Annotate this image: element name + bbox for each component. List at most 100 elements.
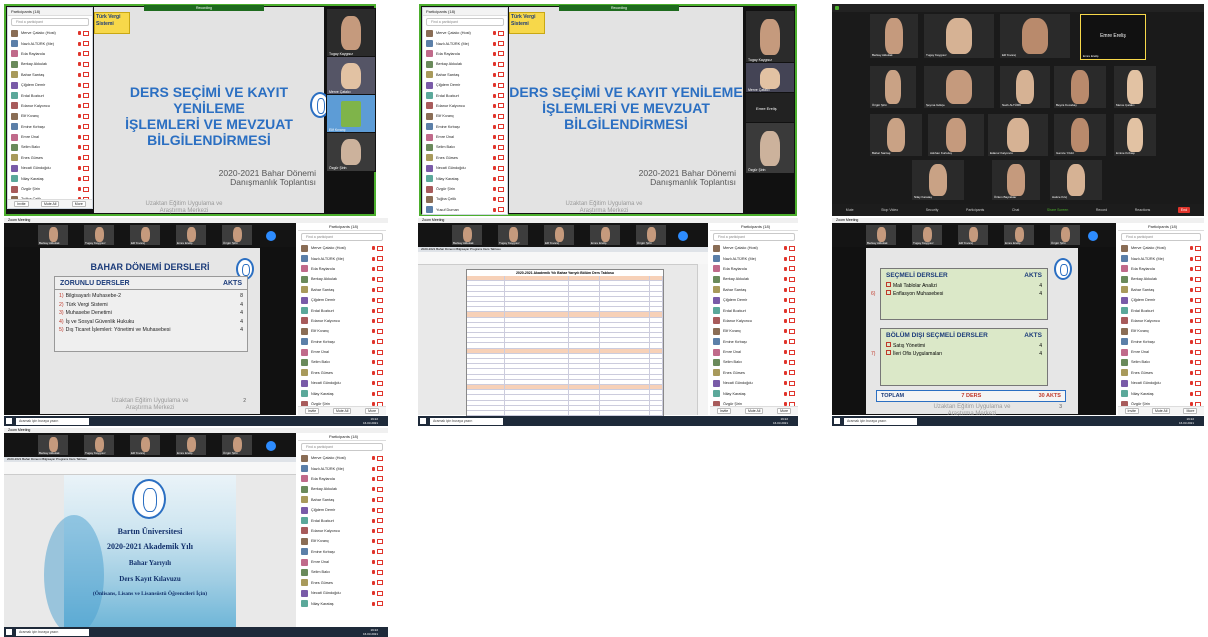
video-tile[interactable]: Özgür Şirin — [745, 122, 795, 174]
mic-muted-icon[interactable] — [493, 83, 496, 88]
video-off-icon[interactable] — [83, 72, 89, 78]
video-off-icon[interactable] — [1195, 370, 1201, 376]
participant-row[interactable]: Necati Gündoğdu — [298, 378, 386, 388]
participant-row[interactable]: Edanur Kalyoncu — [1118, 316, 1204, 326]
participant-row[interactable]: Emine Kırbaşı — [423, 122, 507, 132]
mic-muted-icon[interactable] — [372, 580, 375, 585]
video-off-icon[interactable] — [498, 207, 504, 213]
video-thumb[interactable]: Özgür Şirin — [222, 435, 252, 455]
video-off-icon[interactable] — [789, 308, 795, 314]
taskbar-search[interactable]: Aramak için buraya yazın — [430, 417, 503, 425]
mic-muted-icon[interactable] — [372, 476, 375, 481]
participant-row[interactable]: Eda Raylarola — [298, 264, 386, 274]
participant-row[interactable]: Elif Kıvanç — [423, 111, 507, 121]
participant-row[interactable]: Nazlı ALTÜRK (Me) — [1118, 253, 1204, 263]
participant-row[interactable]: Selim Balcı — [710, 357, 798, 367]
video-off-icon[interactable] — [83, 30, 89, 36]
mic-muted-icon[interactable] — [784, 287, 787, 292]
participant-row[interactable]: Çiğdem Demir — [8, 80, 92, 90]
mic-muted-icon[interactable] — [1190, 266, 1193, 271]
participant-row[interactable]: Emre Ünal — [710, 347, 798, 357]
mic-muted-icon[interactable] — [493, 155, 496, 160]
invite-button[interactable]: Invite — [304, 408, 320, 414]
video-off-icon[interactable] — [377, 276, 383, 282]
participant-row[interactable]: Emine Kırbaşı — [298, 337, 386, 347]
mic-muted-icon[interactable] — [493, 197, 496, 202]
windows-start-icon[interactable] — [834, 418, 840, 424]
video-off-icon[interactable] — [789, 349, 795, 355]
mic-muted-icon[interactable] — [372, 591, 375, 596]
video-off-icon[interactable] — [498, 144, 504, 150]
video-off-icon[interactable] — [83, 144, 89, 150]
participant-row[interactable]: Merve Çatalcı (Host) — [298, 243, 386, 253]
participant-row[interactable]: Edanur Kalyoncu — [298, 316, 386, 326]
video-off-icon[interactable] — [377, 391, 383, 397]
mic-muted-icon[interactable] — [1190, 298, 1193, 303]
reactions-button[interactable]: Reactions — [1135, 208, 1151, 212]
mic-muted-icon[interactable] — [78, 135, 81, 140]
participant-row[interactable]: Necati Gündoğdu — [298, 588, 386, 598]
mic-muted-icon[interactable] — [1190, 256, 1193, 261]
video-off-icon[interactable] — [83, 41, 89, 47]
end-button[interactable]: End — [1177, 207, 1191, 213]
search-input[interactable]: Find a participant — [426, 18, 504, 26]
participant-row[interactable]: Çiğdem Demir — [710, 295, 798, 305]
video-off-icon[interactable] — [83, 186, 89, 192]
participant-row[interactable]: Erdal Bozkurt — [710, 305, 798, 315]
video-off-icon[interactable] — [789, 391, 795, 397]
participants-button[interactable]: Participants — [966, 208, 984, 212]
mic-muted-icon[interactable] — [784, 256, 787, 261]
video-off-icon[interactable] — [789, 380, 795, 386]
mic-muted-icon[interactable] — [493, 135, 496, 140]
participant-row[interactable]: Çiğdem Demir — [423, 80, 507, 90]
mic-muted-icon[interactable] — [78, 31, 81, 36]
participant-row[interactable]: Yusuf Duman — [423, 205, 507, 215]
invite-button[interactable]: Invite — [14, 201, 29, 207]
video-off-icon[interactable] — [789, 245, 795, 251]
gallery-video-tile[interactable]: Tugay Kaygısız — [924, 14, 994, 58]
next-arrow-button[interactable] — [266, 231, 276, 241]
video-thumb[interactable]: Berkay Akkulak — [38, 225, 68, 245]
invite-button[interactable]: Invite — [1124, 408, 1139, 414]
mic-muted-icon[interactable] — [784, 329, 787, 334]
video-off-icon[interactable] — [498, 93, 504, 99]
gallery-video-tile[interactable]: Elif Kıvanç — [1000, 14, 1070, 58]
video-thumb[interactable]: Tugay Kaygısız — [912, 225, 942, 245]
mic-muted-icon[interactable] — [78, 176, 81, 181]
participant-row[interactable]: Nazlı ALTÜRK (Me) — [710, 253, 798, 263]
video-off-icon[interactable] — [377, 538, 383, 544]
mic-muted-icon[interactable] — [78, 93, 81, 98]
video-off-icon[interactable] — [83, 155, 89, 161]
mute-all-button[interactable]: Mute All — [332, 408, 352, 414]
next-arrow-button[interactable] — [1088, 231, 1098, 241]
mic-muted-icon[interactable] — [784, 339, 787, 344]
video-off-icon[interactable] — [83, 176, 89, 182]
video-off-icon[interactable] — [377, 266, 383, 272]
windows-start-icon[interactable] — [6, 418, 12, 424]
mic-muted-icon[interactable] — [1190, 360, 1193, 365]
video-off-icon[interactable] — [377, 370, 383, 376]
mic-muted-icon[interactable] — [372, 246, 375, 251]
mic-muted-icon[interactable] — [784, 298, 787, 303]
participant-row[interactable]: Merve Çatalcı (Host) — [1118, 243, 1204, 253]
participant-row[interactable]: Nazlı ALTÜRK (Me) — [423, 38, 507, 48]
mic-muted-icon[interactable] — [493, 166, 496, 171]
video-off-icon[interactable] — [377, 580, 383, 586]
mic-muted-icon[interactable] — [78, 41, 81, 46]
participant-row[interactable]: Berkay Akkulak — [710, 274, 798, 284]
stop-video-button[interactable]: Stop Video — [881, 208, 898, 212]
participant-row[interactable]: Selim Balcı — [298, 357, 386, 367]
mic-muted-icon[interactable] — [372, 266, 375, 271]
participant-row[interactable]: Nilay Karataş — [1118, 388, 1204, 398]
participant-row[interactable]: Edanur Kalyoncu — [298, 526, 386, 536]
video-off-icon[interactable] — [789, 370, 795, 376]
video-off-icon[interactable] — [789, 287, 795, 293]
search-input[interactable]: Find a participant — [1121, 233, 1201, 241]
participant-row[interactable]: Elif Kıvanç — [710, 326, 798, 336]
chat-button[interactable]: Chat — [1012, 208, 1019, 212]
mic-muted-icon[interactable] — [372, 277, 375, 282]
participant-row[interactable]: Tuğba Çelik — [423, 194, 507, 204]
participant-row[interactable]: Çiğdem Demir — [298, 505, 386, 515]
mic-muted-icon[interactable] — [372, 256, 375, 261]
participant-row[interactable]: Elif Kıvanç — [298, 536, 386, 546]
